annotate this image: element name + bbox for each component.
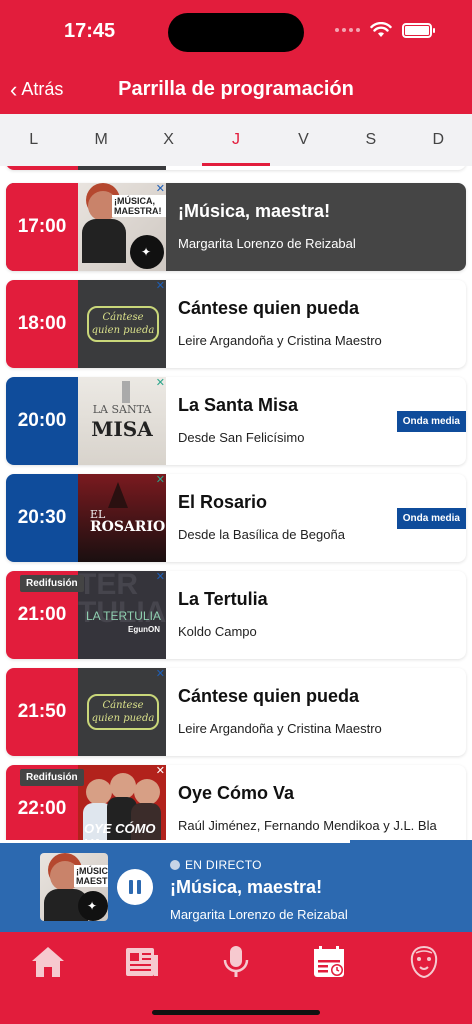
program-thumbnail: ¡MÚSICA, MAESTRA! ✦ ✕	[78, 183, 166, 271]
station-logo-icon: ✕	[155, 474, 165, 486]
list-item[interactable]: 21:00 Redifusión TER TULIA LA TERTULIA Eg…	[6, 571, 466, 659]
station-logo-icon: ✕	[155, 280, 165, 292]
station-logo-icon: ✕	[155, 377, 165, 389]
tab-day-m[interactable]: M	[67, 114, 134, 166]
rebroadcast-tag: Redifusión	[20, 769, 84, 786]
station-logo-icon: ✕	[155, 668, 165, 680]
program-host: Desde la Basílica de Begoña	[178, 527, 345, 542]
thumbnail-text: OYE CÓMO VA	[84, 821, 156, 840]
now-playing-title: ¡Música, maestra!	[170, 877, 323, 897]
list-item[interactable]: 18:00 Cántese quien pueda ✕ Cántese quie…	[6, 280, 466, 368]
status-time: 17:45	[64, 20, 116, 42]
program-host: Leire Argandoña y Cristina Maestro	[178, 721, 382, 736]
program-thumbnail: Cántese quien pueda ✕	[78, 280, 166, 368]
butterfly-icon: ✦	[141, 245, 152, 259]
thumbnail-text: ¡MÚSICA, MAESTRA!	[112, 195, 166, 217]
program-host: Leire Argandoña y Cristina Maestro	[178, 333, 382, 348]
now-playing-bar[interactable]: ¡MÚSICA, MAESTRA! ✦ EN DIRECTO ¡Música, …	[0, 840, 472, 932]
onda-media-badge: Onda media	[396, 508, 466, 529]
tab-day-v[interactable]: V	[270, 114, 337, 166]
home-icon	[32, 947, 64, 977]
pause-button[interactable]	[117, 869, 153, 905]
time-slot	[6, 166, 78, 170]
thumbnail-text: MISA	[91, 417, 153, 441]
calendar-icon	[314, 946, 344, 977]
signal-icon	[335, 28, 360, 32]
list-item[interactable]: 20:30 EL ROSARIO ✕ El Rosario Desde la B…	[6, 474, 466, 562]
onda-media-badge: Onda media	[396, 411, 466, 432]
newspaper-icon	[126, 948, 158, 976]
playback-progress	[0, 840, 350, 843]
page-title: Parrilla de programación	[118, 78, 354, 100]
tab-club[interactable]	[404, 944, 444, 980]
program-thumbnail: OYE CÓMO VA ✕	[78, 765, 166, 840]
program-thumbnail	[78, 166, 166, 170]
pause-icon-bar	[137, 880, 141, 894]
lion-logo-icon	[410, 945, 438, 979]
station-logo-icon: ✕	[155, 183, 165, 195]
tab-podcasts[interactable]	[216, 944, 256, 980]
dynamic-island	[168, 13, 304, 52]
time-slot: 21:50	[6, 668, 78, 756]
program-host: Raúl Jiménez, Fernando Mendikoa y J.L. B…	[178, 818, 437, 833]
tab-day-l[interactable]: L	[0, 114, 67, 166]
program-title: Cántese quien pueda	[178, 298, 360, 318]
list-item-partial[interactable]	[6, 166, 466, 170]
station-logo-icon: ✕	[155, 765, 165, 777]
home-indicator	[152, 1010, 320, 1015]
thumbnail-text: Cántese quien pueda	[87, 306, 159, 342]
tab-day-j[interactable]: J	[202, 114, 271, 166]
station-logo-icon: ✕	[155, 571, 165, 583]
thumbnail-text: ¡MÚSICA, MAESTRA!	[74, 865, 108, 887]
now-playing-host: Margarita Lorenzo de Reizabal	[170, 907, 348, 922]
program-title: La Tertulia	[178, 589, 268, 609]
tab-day-x[interactable]: X	[135, 114, 202, 166]
program-title: Oye Cómo Va	[178, 783, 295, 803]
tab-day-s[interactable]: S	[337, 114, 404, 166]
time-slot: 17:00	[6, 183, 78, 271]
time-slot: 20:30	[6, 474, 78, 562]
list-item[interactable]: 17:00 ¡MÚSICA, MAESTRA! ✦ ✕ ¡Música, mae…	[6, 183, 466, 271]
program-host: Koldo Campo	[178, 624, 257, 639]
live-indicator: EN DIRECTO	[170, 858, 262, 872]
now-playing-thumbnail: ¡MÚSICA, MAESTRA! ✦	[40, 853, 108, 921]
tab-day-d[interactable]: D	[405, 114, 472, 166]
program-thumbnail: LA SANTA MISA ✕	[78, 377, 166, 465]
list-item[interactable]: 22:00 Redifusión OYE CÓMO VA ✕ Oye Cómo …	[6, 765, 466, 840]
list-item[interactable]: 21:50 Cántese quien pueda ✕ Cántese quie…	[6, 668, 466, 756]
tab-home[interactable]	[28, 944, 68, 980]
time-slot: 18:00	[6, 280, 78, 368]
microphone-icon	[223, 946, 249, 977]
butterfly-icon: ✦	[87, 899, 98, 913]
program-title: Cántese quien pueda	[178, 686, 360, 706]
live-label: EN DIRECTO	[185, 858, 262, 872]
program-thumbnail: Cántese quien pueda ✕	[78, 668, 166, 756]
tab-news[interactable]	[122, 944, 162, 980]
app-header: 17:45 ‹ Atrás Parrilla de programación	[0, 0, 472, 114]
program-thumbnail: EL ROSARIO ✕	[78, 474, 166, 562]
thumbnail-text: ROSARIO	[90, 519, 166, 535]
schedule-list[interactable]: 17:00 ¡MÚSICA, MAESTRA! ✦ ✕ ¡Música, mae…	[0, 166, 472, 840]
tab-schedule[interactable]	[310, 944, 350, 980]
program-host: Margarita Lorenzo de Reizabal	[178, 236, 356, 251]
program-title: ¡Música, maestra!	[178, 201, 331, 221]
wifi-icon	[370, 22, 392, 37]
day-tabs: L M X J V S D	[0, 114, 472, 166]
program-host: Desde San Felicísimo	[178, 430, 305, 445]
time-slot: 20:00	[6, 377, 78, 465]
thumbnail-text: LA TERTULIA	[86, 609, 161, 623]
thumbnail-text: EgunON	[128, 625, 160, 634]
status-icons	[335, 22, 435, 38]
thumbnail-text: LA SANTA	[92, 403, 152, 416]
thumbnail-text: Cántese quien pueda	[87, 694, 159, 730]
program-thumbnail: TER TULIA LA TERTULIA EgunON ✕	[78, 571, 166, 659]
pause-icon	[129, 880, 133, 894]
rebroadcast-tag: Redifusión	[20, 575, 84, 592]
live-dot-icon	[170, 860, 180, 870]
list-item[interactable]: 20:00 LA SANTA MISA ✕ La Santa Misa Desd…	[6, 377, 466, 465]
battery-icon	[402, 22, 435, 38]
